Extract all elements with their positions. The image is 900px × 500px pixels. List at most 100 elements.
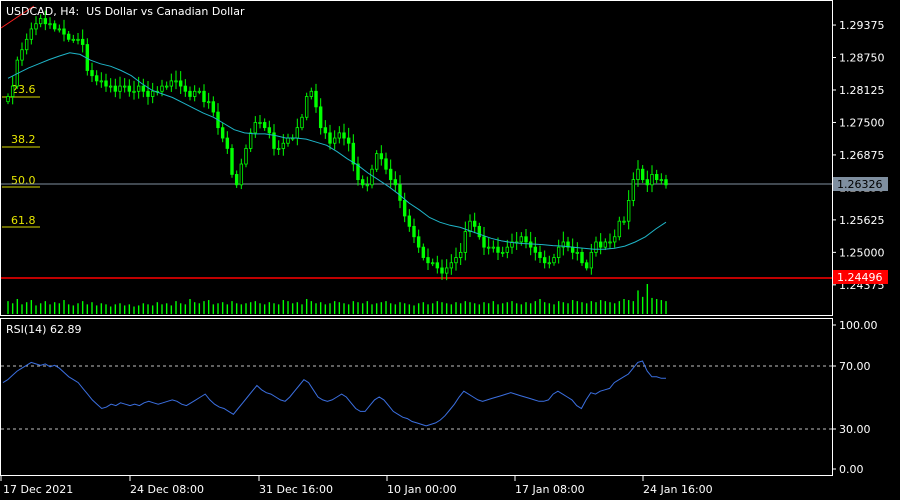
candle-body[interactable]	[48, 23, 52, 26]
candle-body[interactable]	[482, 236, 486, 248]
candle-body[interactable]	[491, 246, 496, 249]
candle-body[interactable]	[248, 132, 253, 149]
candle-body[interactable]	[500, 251, 505, 254]
candle-body[interactable]	[206, 101, 211, 104]
candle-body[interactable]	[612, 236, 617, 243]
candle-body[interactable]	[71, 38, 76, 41]
candle-body[interactable]	[556, 246, 561, 258]
candle-body[interactable]	[454, 257, 458, 264]
candle-body[interactable]	[220, 127, 225, 139]
candle-body[interactable]	[575, 251, 580, 254]
candle-body[interactable]	[118, 85, 122, 92]
candle-body[interactable]	[104, 80, 108, 87]
candle-body[interactable]	[486, 246, 491, 249]
candle-body[interactable]	[650, 174, 654, 186]
candle-body[interactable]	[244, 148, 248, 165]
candle-body[interactable]	[402, 199, 407, 217]
candle-body[interactable]	[351, 142, 356, 165]
candle-body[interactable]	[57, 28, 62, 31]
candle-body[interactable]	[388, 168, 393, 181]
candle-body[interactable]	[533, 246, 538, 253]
candle-body[interactable]	[580, 251, 584, 264]
candle-body[interactable]	[640, 168, 645, 181]
candle-body[interactable]	[626, 199, 631, 222]
candle-body[interactable]	[258, 122, 262, 124]
candle-body[interactable]	[519, 236, 524, 243]
candle-body[interactable]	[598, 241, 603, 248]
candle-body[interactable]	[267, 127, 272, 134]
candlesticks[interactable]	[6, 10, 668, 281]
candle-body[interactable]	[188, 90, 192, 97]
candle-body[interactable]	[20, 49, 24, 61]
candle-body[interactable]	[146, 90, 150, 97]
candle-body[interactable]	[659, 179, 664, 182]
candle-body[interactable]	[622, 220, 626, 223]
candle-body[interactable]	[150, 90, 155, 97]
candle-body[interactable]	[398, 184, 402, 201]
candle-body[interactable]	[318, 106, 323, 129]
candle-body[interactable]	[314, 90, 318, 108]
candle-body[interactable]	[379, 153, 384, 160]
candle-body[interactable]	[6, 96, 10, 103]
candle-body[interactable]	[286, 137, 290, 144]
candle-body[interactable]	[608, 241, 612, 244]
candle-body[interactable]	[309, 90, 314, 97]
candle-body[interactable]	[62, 28, 66, 35]
candle-body[interactable]	[141, 85, 146, 92]
candle-body[interactable]	[426, 257, 430, 264]
candle-body[interactable]	[496, 246, 500, 253]
candle-body[interactable]	[384, 158, 388, 170]
candle-body[interactable]	[449, 262, 454, 269]
candle-body[interactable]	[127, 85, 132, 92]
candle-body[interactable]	[654, 174, 659, 181]
candle-body[interactable]	[505, 246, 510, 253]
candle-body[interactable]	[225, 137, 230, 149]
candle-body[interactable]	[524, 236, 528, 243]
candle-body[interactable]	[202, 90, 206, 103]
rsi-line[interactable]	[2, 360, 666, 427]
candle-body[interactable]	[552, 257, 556, 264]
candle-body[interactable]	[617, 220, 622, 238]
candle-body[interactable]	[304, 96, 309, 118]
candle-body[interactable]	[528, 241, 533, 248]
candle-body[interactable]	[108, 85, 113, 88]
candle-body[interactable]	[90, 70, 94, 77]
candle-body[interactable]	[34, 23, 38, 30]
candle-body[interactable]	[211, 101, 216, 113]
price-axis[interactable]: 1.293751.287501.281251.275001.268751.262…	[832, 19, 888, 292]
candle-body[interactable]	[43, 18, 48, 25]
candle-body[interactable]	[435, 262, 440, 269]
candle-body[interactable]	[477, 225, 482, 238]
candle-body[interactable]	[360, 179, 365, 186]
candle-body[interactable]	[584, 262, 589, 269]
candle-body[interactable]	[197, 90, 202, 93]
candle-body[interactable]	[342, 132, 346, 139]
candle-body[interactable]	[80, 38, 85, 45]
candle-body[interactable]	[183, 85, 188, 92]
candle-body[interactable]	[328, 132, 332, 144]
candle-body[interactable]	[547, 262, 552, 265]
chart-window[interactable]: 23.6 38.2 50.0 61.8 USDCAD, H4: US Dolla…	[0, 0, 900, 500]
candle-body[interactable]	[113, 85, 118, 92]
candle-body[interactable]	[444, 267, 449, 274]
candle-body[interactable]	[631, 179, 636, 201]
candle-body[interactable]	[66, 33, 71, 40]
candle-body[interactable]	[295, 127, 300, 139]
candle-body[interactable]	[169, 80, 174, 87]
candle-body[interactable]	[132, 90, 136, 93]
candle-body[interactable]	[365, 184, 370, 187]
candle-body[interactable]	[94, 75, 99, 82]
fibonacci-levels[interactable]: 23.6 38.2 50.0 61.8	[2, 83, 40, 228]
candle-body[interactable]	[178, 80, 183, 87]
candle-body[interactable]	[370, 168, 374, 186]
candle-body[interactable]	[38, 18, 43, 25]
candle-body[interactable]	[122, 85, 127, 88]
candle-body[interactable]	[230, 148, 234, 175]
candle-body[interactable]	[24, 38, 29, 51]
candle-body[interactable]	[393, 179, 398, 186]
candle-body[interactable]	[52, 23, 57, 30]
candle-body[interactable]	[458, 251, 463, 258]
candle-body[interactable]	[416, 236, 421, 248]
candle-body[interactable]	[542, 257, 547, 264]
candle-body[interactable]	[440, 267, 444, 274]
